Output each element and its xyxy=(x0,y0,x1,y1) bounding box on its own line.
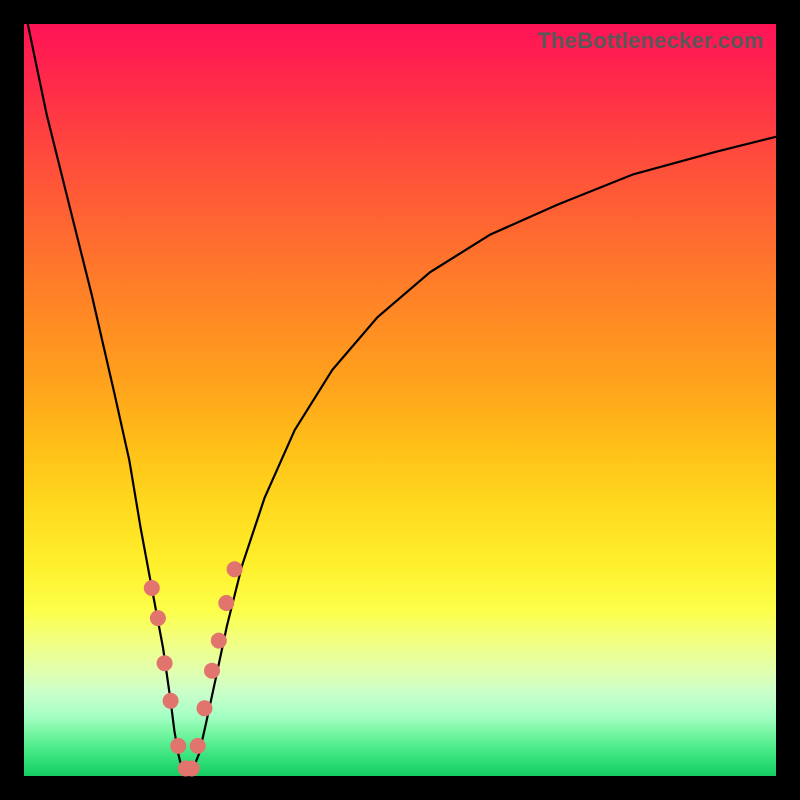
marker-point xyxy=(227,561,243,577)
curve-group xyxy=(28,24,776,776)
marker-point xyxy=(144,580,160,596)
chart-frame: TheBottlenecker.com xyxy=(0,0,800,800)
marker-point xyxy=(204,663,220,679)
marker-point xyxy=(211,633,227,649)
marker-point xyxy=(150,610,166,626)
plot-area: TheBottlenecker.com xyxy=(24,24,776,776)
marker-point xyxy=(157,655,173,671)
chart-overlay xyxy=(24,24,776,776)
marker-point xyxy=(190,738,206,754)
marker-point xyxy=(218,595,234,611)
marker-point xyxy=(197,700,213,716)
marker-point xyxy=(163,693,179,709)
markers-group xyxy=(144,561,243,776)
curve-right-branch xyxy=(188,137,776,776)
marker-point xyxy=(184,761,200,777)
marker-point xyxy=(170,738,186,754)
